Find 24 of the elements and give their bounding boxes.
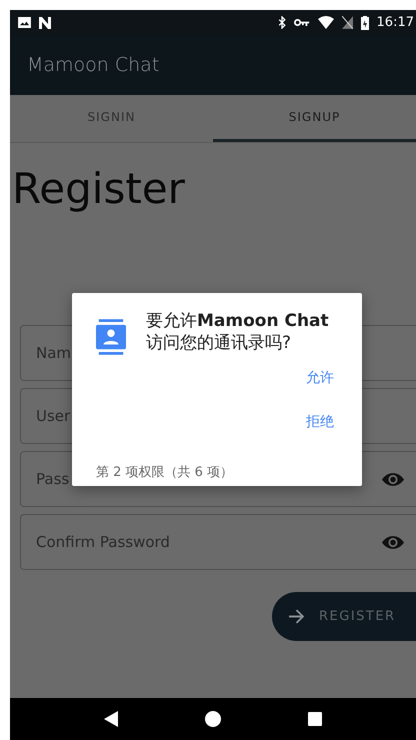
n-letter-icon <box>39 16 51 28</box>
arrow-icon <box>288 608 305 625</box>
battery-icon <box>360 16 369 30</box>
register-button[interactable]: REGISTER <box>272 592 416 641</box>
app-title: Mamoon Chat <box>27 54 160 76</box>
home-icon[interactable] <box>204 711 221 727</box>
dialog-action[interactable]: 拒绝 <box>300 411 340 433</box>
back-icon[interactable] <box>104 711 118 727</box>
eye-icon[interactable] <box>382 534 404 550</box>
picture-icon <box>18 17 31 28</box>
key-icon <box>294 18 310 27</box>
status-time: 16:17 <box>376 15 414 30</box>
contacts-icon <box>96 319 126 355</box>
eye-icon[interactable] <box>382 472 404 486</box>
no-sim-icon <box>342 16 353 29</box>
wifi-icon <box>318 16 334 29</box>
tab[interactable]: SIGNIN <box>10 95 213 142</box>
dialog-message: 要允许Mamoon Chat访问您的通讯录吗? <box>146 310 330 354</box>
permission-counter: 第 2 项权限（共 6 项） <box>96 464 234 481</box>
input-field[interactable]: Confirm Password <box>20 514 416 570</box>
recents-icon[interactable] <box>308 712 322 726</box>
bluetooth-icon <box>278 16 286 29</box>
page-heading: Register <box>12 163 186 215</box>
dialog-action[interactable]: 允许 <box>300 367 340 389</box>
